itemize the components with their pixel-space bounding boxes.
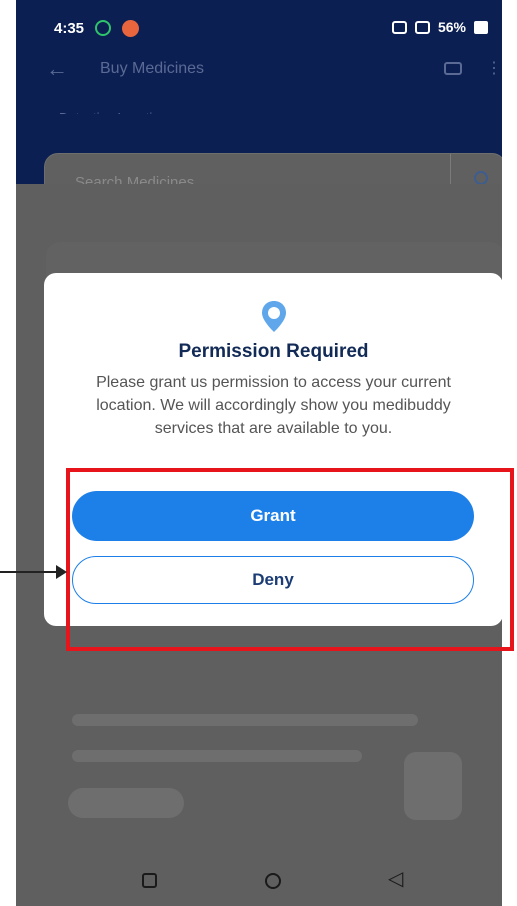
whatsapp-icon [95, 20, 111, 36]
alarm-icon [391, 20, 407, 34]
location-pin-icon [262, 301, 286, 332]
annotation-arrow-head [56, 565, 67, 579]
status-indicators: 56% [391, 19, 488, 35]
highlight-box [66, 468, 514, 651]
status-time: 4:35 [54, 20, 85, 37]
dialog-title: Permission Required [178, 341, 369, 362]
more-icon[interactable]: ⋮ [486, 58, 502, 78]
signal-icon [414, 20, 430, 34]
nav-recents-icon[interactable] [142, 873, 157, 888]
skeleton-line [72, 750, 362, 762]
skeleton-image [404, 752, 462, 820]
battery-icon [474, 20, 488, 34]
status-bar: 4:35 56% [16, 0, 502, 54]
notification-dot-icon [122, 20, 139, 37]
skeleton-pill [68, 788, 184, 818]
nav-home-icon[interactable] [265, 873, 281, 889]
search-icon[interactable] [474, 171, 488, 185]
annotation-arrow-line [0, 571, 56, 573]
battery-percent: 56% [437, 19, 466, 35]
system-nav-bar: ◁ [16, 840, 502, 906]
app-bar: ← Buy Medicines ⋮ Detecting Location... … [16, 54, 502, 125]
cart-icon[interactable] [444, 62, 462, 75]
nav-back-icon[interactable]: ◁ [388, 866, 403, 891]
back-icon[interactable]: ← [46, 56, 68, 82]
skeleton-line [72, 714, 418, 726]
dialog-message: Please grant us permission to access you… [96, 374, 451, 437]
page-title: Buy Medicines [100, 60, 205, 77]
